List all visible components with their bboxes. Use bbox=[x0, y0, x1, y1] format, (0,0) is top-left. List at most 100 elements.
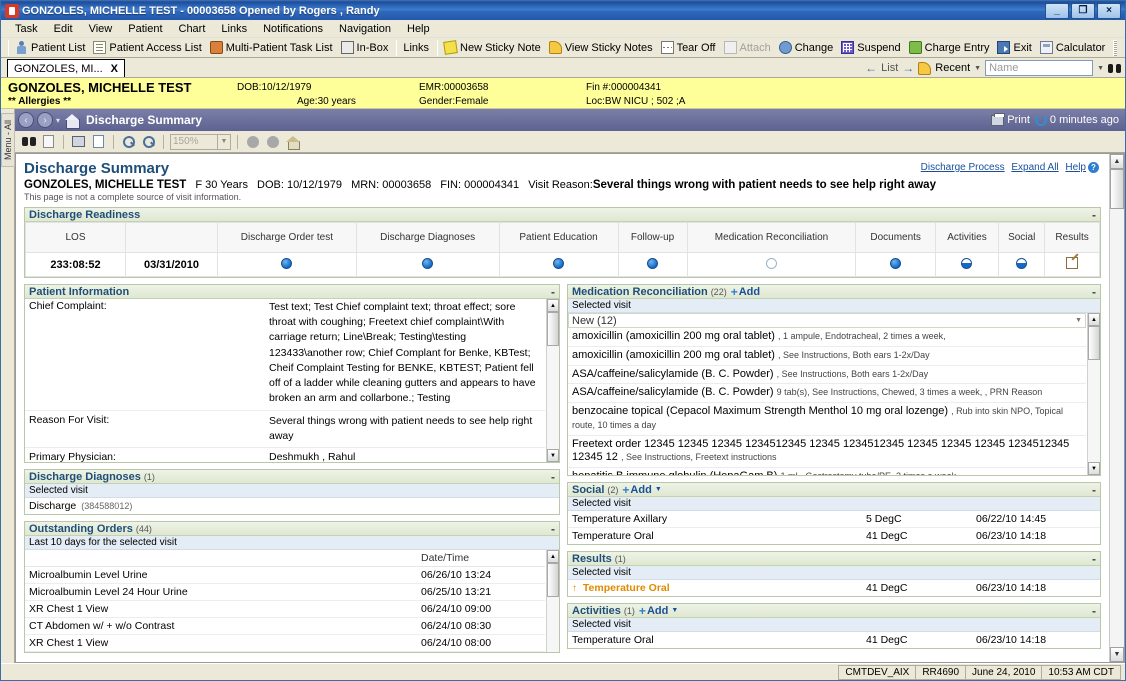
toolbar-tear-off-button[interactable]: Tear Off bbox=[658, 39, 721, 57]
help-icon[interactable]: ? bbox=[1088, 162, 1099, 173]
chevron-down-icon[interactable]: ▼ bbox=[1075, 317, 1082, 324]
find-icon[interactable] bbox=[20, 133, 37, 150]
menu-item-chart[interactable]: Chart bbox=[171, 22, 214, 36]
toolbar-patient-list-button[interactable]: Patient List bbox=[12, 39, 90, 57]
list-item[interactable]: hepatitis B immune globulin (HepaGam B) … bbox=[568, 468, 1086, 475]
indicator-results[interactable] bbox=[1044, 252, 1100, 277]
chevron-down-icon[interactable]: ▼ bbox=[218, 133, 231, 150]
list-item[interactable]: Freetext order 12345 12345 12345 1234512… bbox=[568, 436, 1086, 468]
medication-group-select[interactable]: New (12) ▼ bbox=[568, 313, 1086, 328]
forward-circle-icon[interactable] bbox=[264, 133, 281, 150]
collapse-icon[interactable]: - bbox=[1092, 605, 1096, 617]
add-social-button[interactable]: + Add ▼ bbox=[622, 483, 661, 497]
patient-tab[interactable]: GONZOLES, MI... X bbox=[7, 59, 125, 77]
indicator-discharge-order-test[interactable] bbox=[217, 252, 357, 277]
home-icon[interactable] bbox=[65, 113, 81, 129]
collapse-icon[interactable]: - bbox=[1092, 286, 1096, 298]
toolbar-grip[interactable] bbox=[8, 39, 9, 56]
table-row[interactable]: ↑ Temperature Oral 41 DegC 06/23/10 14:1… bbox=[568, 580, 1100, 596]
scroll-up-arrow-icon[interactable]: ▲ bbox=[547, 550, 559, 563]
toolbar-view-sticky-notes-button[interactable]: View Sticky Notes bbox=[546, 39, 658, 57]
collapse-icon[interactable]: - bbox=[551, 286, 555, 298]
table-row[interactable]: Microalbumin Level 24 Hour Urine 06/25/1… bbox=[25, 584, 545, 601]
menu-item-navigation[interactable]: Navigation bbox=[331, 22, 399, 36]
patient-search-input[interactable]: Name bbox=[985, 60, 1094, 76]
zoom-out-icon[interactable] bbox=[140, 133, 157, 150]
list-item[interactable]: ASA/caffeine/salicylamide (B. C. Powder)… bbox=[568, 366, 1086, 385]
side-menu-strip[interactable]: Menu - All bbox=[0, 109, 15, 663]
table-row[interactable]: Microalbumin Level Urine 06/26/10 13:24 bbox=[25, 567, 545, 584]
menu-item-notifications[interactable]: Notifications bbox=[255, 22, 331, 36]
menu-item-help[interactable]: Help bbox=[399, 22, 438, 36]
medication-scrollbar[interactable]: ▲ ▼ bbox=[1087, 313, 1100, 475]
collapse-icon[interactable]: - bbox=[551, 471, 555, 483]
collapse-icon[interactable]: - bbox=[1092, 553, 1096, 565]
binoculars-icon[interactable] bbox=[1108, 62, 1121, 75]
page-setup-icon[interactable] bbox=[90, 133, 107, 150]
scroll-up-arrow-icon[interactable]: ▲ bbox=[1110, 154, 1124, 169]
home-icon[interactable] bbox=[284, 133, 301, 150]
list-item[interactable]: amoxicillin (amoxicillin 200 mg oral tab… bbox=[568, 347, 1086, 366]
expand-all-link[interactable]: Expand All bbox=[1011, 162, 1058, 173]
collapse-icon[interactable]: - bbox=[1092, 209, 1096, 221]
list-item[interactable]: Discharge (384588012) bbox=[25, 498, 559, 514]
patient-information-scrollbar[interactable]: ▲ ▼ bbox=[546, 299, 559, 462]
maximize-button[interactable]: ❐ bbox=[1071, 2, 1095, 19]
scrollbar-thumb[interactable] bbox=[547, 563, 559, 597]
scroll-down-arrow-icon[interactable]: ▼ bbox=[547, 449, 559, 462]
toolbar-grip-2[interactable] bbox=[396, 39, 398, 56]
scrollbar-track[interactable] bbox=[547, 597, 559, 652]
scroll-down-arrow-icon[interactable]: ▼ bbox=[1088, 462, 1100, 475]
print-button[interactable]: Print bbox=[991, 112, 1030, 126]
scroll-up-arrow-icon[interactable]: ▲ bbox=[1088, 313, 1100, 326]
add-medication-button[interactable]: + Add bbox=[731, 285, 760, 299]
toolbar-exit-button[interactable]: Exit bbox=[994, 39, 1036, 57]
scrollbar-thumb[interactable] bbox=[1088, 326, 1100, 360]
recent-dropdown-label[interactable]: Recent bbox=[935, 62, 970, 74]
discharge-process-link[interactable]: Discharge Process bbox=[921, 162, 1005, 173]
menu-item-patient[interactable]: Patient bbox=[120, 22, 170, 36]
menu-item-links[interactable]: Links bbox=[213, 22, 255, 36]
scrollbar-track[interactable] bbox=[1088, 360, 1100, 462]
toolbar-grip-3[interactable] bbox=[437, 39, 439, 56]
table-row[interactable]: CT Abdomen w/ + w/o Contrast 06/24/10 08… bbox=[25, 618, 545, 635]
zoom-in-icon[interactable] bbox=[120, 133, 137, 150]
chevron-down-icon[interactable]: ▼ bbox=[655, 486, 662, 493]
scrollbar-thumb[interactable] bbox=[547, 312, 559, 346]
patient-list-nav-label[interactable]: List bbox=[881, 62, 898, 74]
toolbar-charge-entry-button[interactable]: Charge Entry bbox=[906, 39, 995, 57]
toolbar-grip-4[interactable] bbox=[1113, 39, 1118, 56]
menu-item-task[interactable]: Task bbox=[7, 22, 46, 36]
indicator-social[interactable] bbox=[998, 252, 1046, 277]
list-item[interactable]: amoxicillin (amoxicillin 200 mg oral tab… bbox=[568, 328, 1086, 347]
table-row[interactable]: Temperature Axillary 5 DegC 06/22/10 14:… bbox=[568, 511, 1100, 528]
table-row[interactable]: XR Chest 1 View 06/24/10 08:00 bbox=[25, 635, 545, 652]
toolbar-patient-access-list-button[interactable]: Patient Access List bbox=[90, 39, 206, 57]
scrollbar-track[interactable] bbox=[1110, 209, 1124, 647]
indicator-patient-education[interactable] bbox=[498, 252, 619, 277]
next-patient-arrow-icon[interactable]: → bbox=[902, 61, 914, 75]
toolbar-new-sticky-note-button[interactable]: New Sticky Note bbox=[441, 39, 546, 57]
scrollbar-track[interactable] bbox=[547, 346, 559, 449]
history-dropdown-icon[interactable]: ▾ bbox=[56, 116, 60, 125]
table-row[interactable]: XR Chest 1 View 06/24/10 09:00 bbox=[25, 601, 545, 618]
outstanding-orders-scrollbar[interactable]: ▲ bbox=[546, 550, 559, 652]
prev-patient-arrow-icon[interactable]: ← bbox=[865, 61, 877, 75]
collapse-icon[interactable]: - bbox=[551, 523, 555, 535]
list-item[interactable]: ASA/caffeine/salicylamide (B. C. Powder)… bbox=[568, 384, 1086, 403]
scroll-down-arrow-icon[interactable]: ▼ bbox=[1110, 647, 1124, 662]
table-row[interactable]: Temperature Oral 41 DegC 06/23/10 14:18 bbox=[568, 528, 1100, 544]
toolbar-inbox-button[interactable]: In-Box bbox=[338, 39, 394, 57]
indicator-documents[interactable] bbox=[855, 252, 936, 277]
toolbar-change-button[interactable]: Change bbox=[776, 39, 839, 57]
add-activity-button[interactable]: + Add ▼ bbox=[639, 604, 678, 618]
toolbar-calculator-button[interactable]: Calculator bbox=[1037, 39, 1111, 57]
help-link[interactable]: Help bbox=[1065, 162, 1086, 173]
toolbar-links-button[interactable]: Links bbox=[400, 39, 434, 57]
side-menu-label[interactable]: Menu - All bbox=[0, 113, 15, 168]
print-icon[interactable] bbox=[70, 133, 87, 150]
minimize-button[interactable]: _ bbox=[1045, 2, 1069, 19]
search-chevron-icon[interactable]: ▼ bbox=[1097, 65, 1104, 72]
table-row[interactable]: Temperature Oral 41 DegC 06/23/10 14:18 bbox=[568, 632, 1100, 648]
back-button[interactable]: ‹ bbox=[18, 112, 34, 128]
